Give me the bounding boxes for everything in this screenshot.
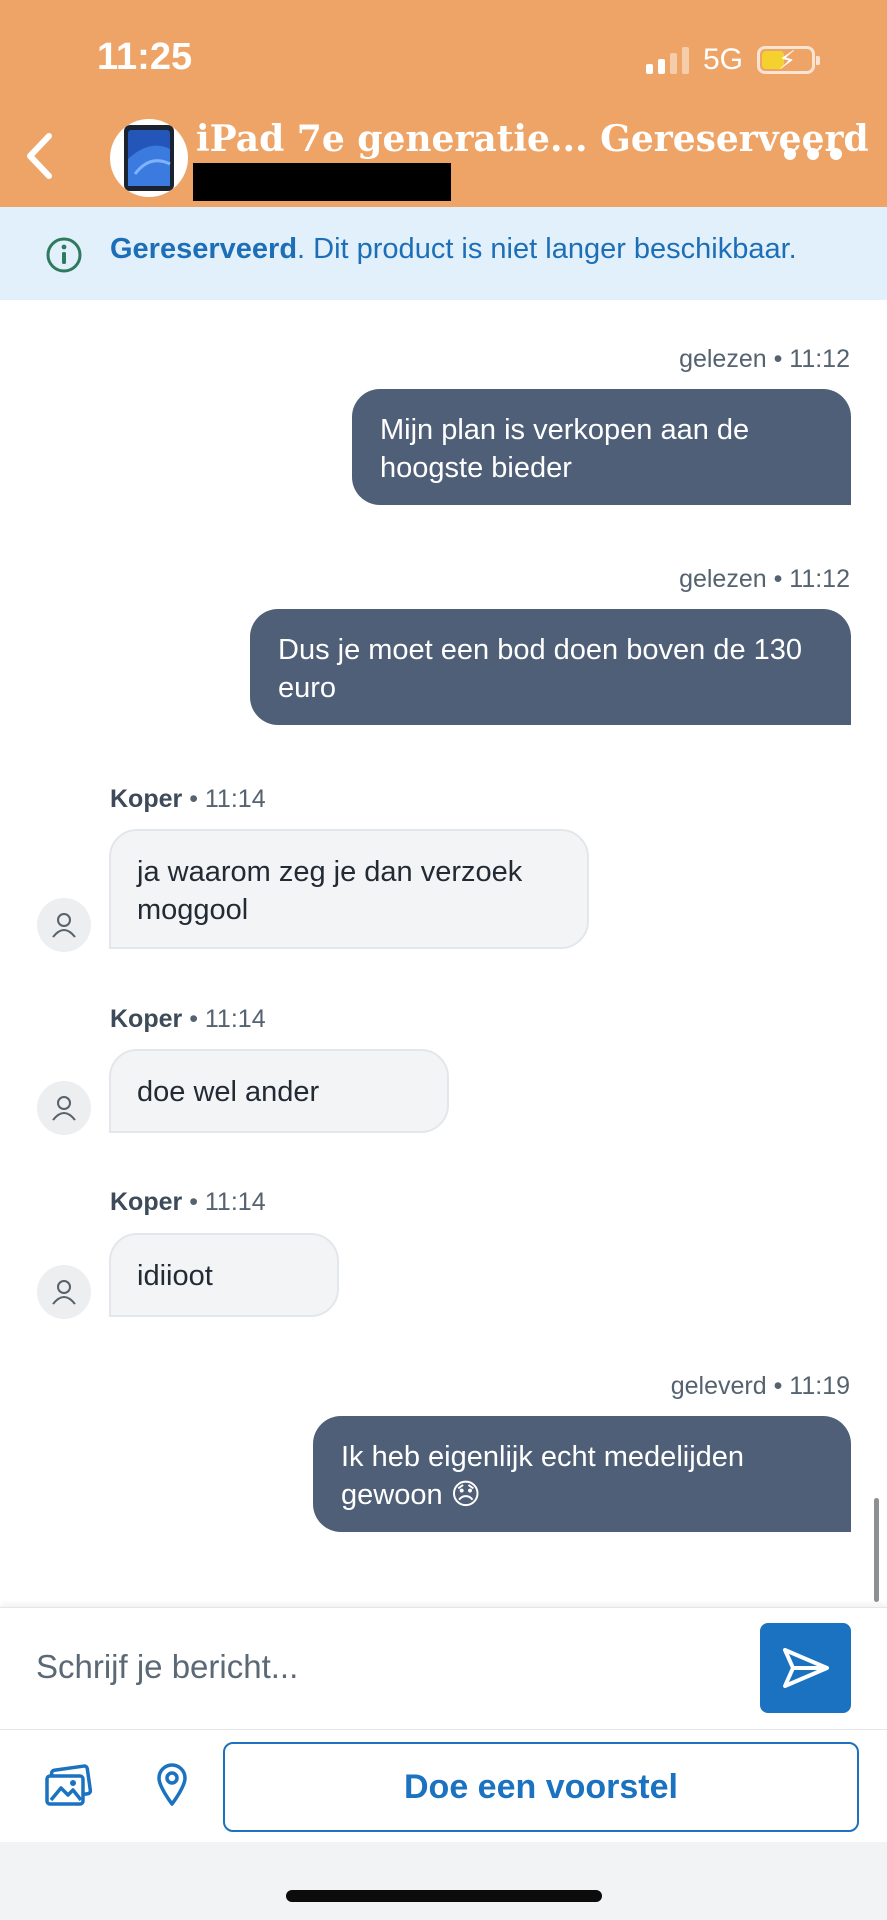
message-meta: Koper • 11:14 [110, 1005, 266, 1034]
status-indicators: 5G ⚡ [646, 40, 821, 80]
photos-icon [45, 1764, 93, 1806]
tablet-image [124, 125, 174, 191]
signal-icon [646, 46, 689, 74]
message-meta: gelezen • 11:12 [679, 345, 850, 373]
sender-avatar[interactable] [37, 1265, 91, 1319]
network-type: 5G [703, 43, 744, 76]
sender-avatar[interactable] [37, 898, 91, 952]
home-indicator[interactable] [286, 1890, 602, 1902]
message-meta: Koper • 11:14 [110, 785, 266, 814]
home-area [0, 1842, 887, 1920]
battery-icon: ⚡ [757, 45, 821, 75]
product-title[interactable]: iPad 7e generatie... Gereserveerd [196, 118, 869, 160]
banner-status: Gereserveerd [110, 233, 298, 265]
banner-text: . Dit product is niet langer beschikbaar… [297, 233, 797, 265]
add-photo-button[interactable] [44, 1764, 94, 1813]
message-bubble-incoming[interactable]: doe wel ander [109, 1049, 449, 1133]
product-thumbnail[interactable] [110, 119, 188, 197]
status-time: 11:25 [97, 36, 193, 78]
chevron-left-icon [27, 133, 52, 179]
share-location-button[interactable] [156, 1763, 188, 1812]
back-button[interactable] [14, 126, 64, 186]
redacted-block [193, 163, 451, 201]
make-offer-button[interactable]: Doe een voorstel [223, 1742, 859, 1832]
message-bubble-outgoing[interactable]: Mijn plan is verkopen aan de hoogste bie… [352, 389, 851, 505]
message-bubble-outgoing[interactable]: Dus je moet een bod doen boven de 130 eu… [250, 609, 851, 725]
message-time: • 11:14 [189, 785, 266, 813]
location-pin-icon [157, 1763, 187, 1806]
message-meta: geleverd • 11:19 [670, 1372, 850, 1400]
user-icon [52, 1096, 76, 1121]
chat-header: 11:25 5G ⚡ iPad 7e generatie... Gereserv… [0, 0, 887, 207]
more-options-button[interactable] [784, 148, 842, 160]
message-meta: Koper • 11:14 [110, 1188, 266, 1217]
message-time: • 11:14 [189, 1005, 266, 1033]
send-icon [782, 1648, 829, 1688]
message-meta: gelezen • 11:12 [679, 565, 850, 593]
send-button[interactable] [760, 1623, 851, 1713]
message-bubble-incoming[interactable]: ja waarom zeg je dan verzoek moggool [109, 829, 589, 949]
sender-avatar[interactable] [37, 1081, 91, 1135]
message-input[interactable] [36, 1648, 736, 1686]
scrollbar[interactable] [874, 1498, 879, 1602]
sender-name: Koper [110, 1005, 183, 1033]
sender-name: Koper [110, 785, 183, 813]
more-dots-icon [784, 148, 796, 160]
message-bubble-incoming[interactable]: idiioot [109, 1233, 339, 1317]
banner-message: Gereserveerd. Dit product is niet langer… [110, 233, 797, 266]
user-icon [52, 1280, 76, 1305]
info-icon [46, 237, 82, 273]
sender-name: Koper [110, 1188, 183, 1216]
message-bubble-outgoing[interactable]: Ik heb eigenlijk echt medelijden gewoon … [313, 1416, 851, 1532]
message-time: • 11:14 [189, 1188, 266, 1216]
user-icon [52, 913, 76, 938]
